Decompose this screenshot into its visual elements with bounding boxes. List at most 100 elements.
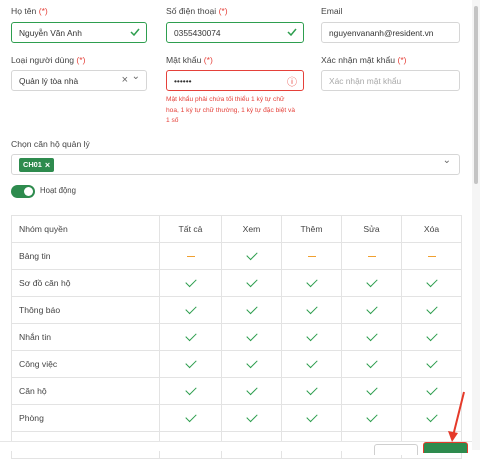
permission-cell[interactable]	[281, 242, 342, 270]
fullname-field[interactable]: Nguyễn Văn Anh	[11, 22, 147, 43]
permission-group-name: Công việc	[11, 350, 160, 378]
dash-icon	[307, 255, 316, 258]
check-icon	[184, 329, 197, 342]
permission-cell[interactable]	[159, 242, 222, 270]
password-label: Mật khẩu (*)	[166, 55, 213, 65]
permission-cell[interactable]	[341, 350, 402, 378]
permission-group-name: Phòng	[11, 404, 160, 432]
permission-group-name: Căn hộ	[11, 377, 160, 405]
close-icon[interactable]: ×	[45, 160, 50, 170]
apartments-label: Chọn căn hộ quản lý	[11, 139, 90, 149]
check-icon	[365, 302, 378, 315]
confirm-password-label: Xác nhận mật khẩu (*)	[321, 55, 407, 65]
table-row: Nhắn tin	[11, 323, 462, 351]
close-icon[interactable]: ×	[122, 74, 128, 86]
permission-cell[interactable]	[341, 296, 402, 324]
permission-cell[interactable]	[341, 269, 402, 297]
red-arrow-annotation	[448, 391, 465, 442]
check-icon	[305, 329, 318, 342]
fullname-label: Họ tên (*)	[11, 6, 48, 16]
permission-cell[interactable]	[401, 296, 462, 324]
apartment-tag: CH01 ×	[19, 157, 55, 172]
permission-cell[interactable]	[159, 323, 222, 351]
check-icon	[305, 356, 318, 369]
table-row: Bảng tin	[11, 242, 462, 270]
permission-cell[interactable]	[341, 242, 402, 270]
permission-cell[interactable]	[221, 296, 282, 324]
active-label: Hoạt động	[40, 186, 76, 195]
email-field[interactable]: nguyenvananh@resident.vn	[321, 22, 460, 43]
permission-cell[interactable]	[341, 404, 402, 432]
permission-cell[interactable]	[341, 377, 402, 405]
column-header: Xóa	[401, 215, 462, 243]
check-icon	[245, 248, 258, 261]
permission-cell[interactable]	[401, 269, 462, 297]
permission-cell[interactable]	[341, 323, 402, 351]
permission-cell[interactable]	[401, 350, 462, 378]
check-icon	[305, 410, 318, 423]
phone-field[interactable]: 0355430074	[166, 22, 304, 43]
confirm-password-placeholder: Xác nhận mật khẩu	[329, 75, 402, 86]
password-value: ••••••	[174, 75, 192, 86]
check-icon	[184, 383, 197, 396]
permission-group-name: Nhắn tin	[11, 323, 160, 351]
permission-cell[interactable]	[281, 269, 342, 297]
permission-cell[interactable]	[221, 404, 282, 432]
check-icon	[287, 28, 297, 38]
check-icon	[425, 302, 438, 315]
check-icon	[305, 302, 318, 315]
permission-cell[interactable]	[281, 296, 342, 324]
table-row: Căn hộ	[11, 377, 462, 405]
dash-icon	[427, 255, 436, 258]
permission-cell[interactable]	[159, 350, 222, 378]
permission-cell[interactable]	[159, 404, 222, 432]
permission-cell[interactable]	[221, 323, 282, 351]
permission-cell[interactable]	[281, 377, 342, 405]
permission-cell[interactable]	[159, 269, 222, 297]
check-icon	[365, 329, 378, 342]
chevron-down-icon[interactable]: ⌄	[443, 155, 451, 166]
permission-cell[interactable]	[281, 404, 342, 432]
column-header: Thêm	[281, 215, 342, 243]
column-header: Sửa	[341, 215, 402, 243]
confirm-password-field[interactable]: Xác nhận mật khẩu	[321, 70, 460, 91]
check-icon	[184, 275, 197, 288]
table-row: Công việc	[11, 350, 462, 378]
apartments-select[interactable]: CH01 × ⌄	[11, 154, 460, 175]
check-icon	[425, 275, 438, 288]
user-type-value: Quản lý tòa nhà	[19, 75, 79, 86]
table-row: Thông báo	[11, 296, 462, 324]
table-header-row: Nhóm quyền Tất cả Xem Thêm Sửa Xóa	[11, 215, 462, 243]
chevron-down-icon[interactable]: ⌄	[132, 71, 140, 82]
email-label: Email	[321, 6, 343, 16]
permission-cell[interactable]	[401, 323, 462, 351]
check-icon	[245, 302, 258, 315]
permission-cell[interactable]	[281, 323, 342, 351]
permissions-table: Nhóm quyền Tất cả Xem Thêm Sửa Xóa Bảng …	[11, 215, 462, 459]
toggle-knob	[24, 187, 33, 196]
check-icon	[184, 356, 197, 369]
permission-group-name: Thông báo	[11, 296, 160, 324]
error-circle-icon: ⓘ	[287, 77, 297, 88]
check-icon	[365, 356, 378, 369]
permission-cell[interactable]	[159, 296, 222, 324]
password-field[interactable]: •••••• ⓘ	[166, 70, 304, 91]
permission-cell[interactable]	[221, 350, 282, 378]
check-icon	[365, 410, 378, 423]
dash-icon	[367, 255, 376, 258]
check-icon	[245, 410, 258, 423]
scrollbar-thumb[interactable]	[474, 6, 478, 184]
permission-cell[interactable]	[281, 350, 342, 378]
active-toggle[interactable]	[11, 185, 35, 198]
permission-cell[interactable]	[221, 242, 282, 270]
permission-cell[interactable]	[159, 377, 222, 405]
user-type-select[interactable]: Quản lý tòa nhà × ⌄	[11, 70, 147, 91]
check-icon	[425, 383, 438, 396]
permission-cell[interactable]	[401, 242, 462, 270]
phone-label: Số điện thoại (*)	[166, 6, 228, 16]
permission-cell[interactable]	[221, 269, 282, 297]
permission-cell[interactable]	[221, 377, 282, 405]
table-row: Sơ đồ căn hộ	[11, 269, 462, 297]
check-icon	[305, 275, 318, 288]
column-header: Tất cả	[159, 215, 222, 243]
